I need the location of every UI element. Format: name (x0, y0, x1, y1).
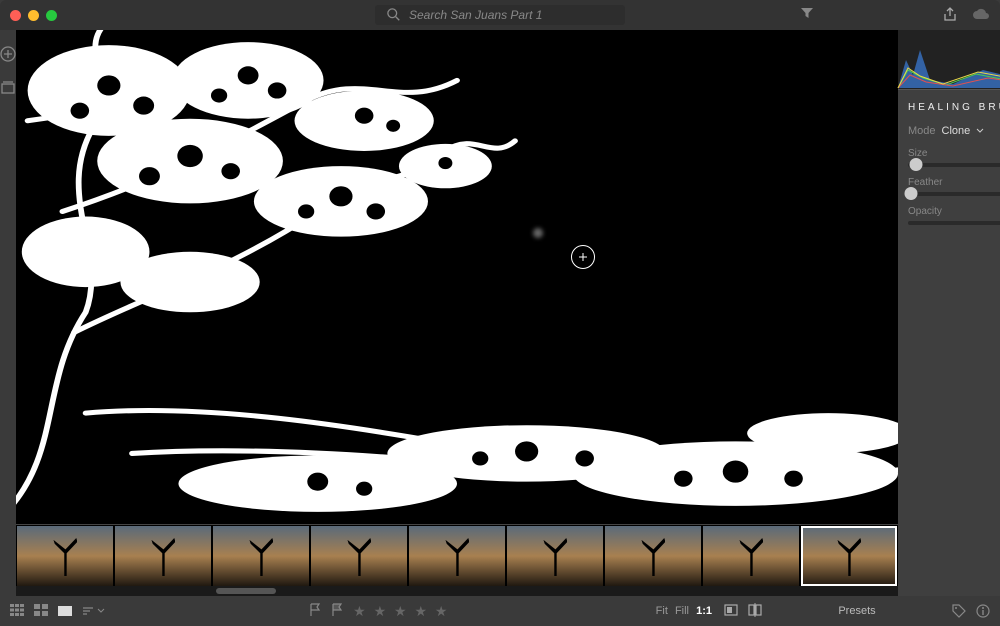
image-canvas[interactable] (16, 30, 898, 524)
opacity-slider-row: Opacity100 (898, 201, 1000, 230)
zoom-controls: Fit Fill 1:1 (654, 605, 714, 617)
cloud-icon[interactable] (972, 8, 990, 22)
feather-slider[interactable] (908, 192, 1000, 196)
tag-icon[interactable] (952, 604, 966, 618)
sort-icon[interactable] (82, 606, 105, 616)
heal-spot-marker (533, 228, 543, 238)
image-preview (16, 30, 898, 524)
scrollbar-thumb[interactable] (216, 588, 276, 594)
search-icon (387, 8, 401, 22)
compare-icon[interactable] (748, 603, 762, 620)
single-view-icon[interactable] (58, 606, 72, 616)
filmstrip-thumb[interactable] (213, 526, 309, 586)
filmstrip-thumb[interactable] (703, 526, 799, 586)
histogram[interactable] (898, 30, 1000, 90)
mode-label: Mode (908, 125, 936, 137)
filmstrip-thumb[interactable] (311, 526, 407, 586)
filmstrip[interactable] (16, 524, 898, 586)
zoom-one-to-one[interactable]: 1:1 (694, 605, 714, 617)
search-input[interactable]: Search San Juans Part 1 (375, 5, 625, 25)
panel-title: HEALING BRUSH (898, 90, 1000, 119)
search-placeholder: Search San Juans Part 1 (409, 8, 542, 22)
share-icon[interactable] (942, 7, 958, 23)
maximize-icon[interactable] (46, 10, 57, 21)
close-icon[interactable] (10, 10, 21, 21)
presets-button[interactable]: Presets (772, 605, 942, 617)
size-label: Size (908, 148, 927, 159)
filmstrip-thumb[interactable] (17, 526, 113, 586)
titlebar-actions (942, 7, 990, 23)
info-icon[interactable] (976, 604, 990, 618)
grid-view-large-icon[interactable] (34, 604, 48, 619)
filmstrip-thumb[interactable] (507, 526, 603, 586)
opacity-label: Opacity (908, 206, 942, 217)
zoom-fill[interactable]: Fill (673, 605, 691, 617)
size-slider-row: Size46 (898, 143, 1000, 172)
filter-icon[interactable] (800, 6, 814, 25)
filmstrip-thumb[interactable] (409, 526, 505, 586)
library-icon[interactable] (0, 80, 16, 96)
minimize-icon[interactable] (28, 10, 39, 21)
add-icon[interactable] (0, 46, 16, 62)
window-controls (10, 10, 57, 21)
size-slider[interactable] (908, 163, 1000, 167)
mode-value[interactable]: Clone (942, 125, 971, 137)
titlebar: Search San Juans Part 1 (0, 0, 1000, 30)
content-column (16, 30, 898, 596)
opacity-slider[interactable] (908, 221, 1000, 225)
flag-pick-icon[interactable] (309, 603, 321, 620)
feather-label: Feather (908, 177, 942, 188)
zoom-fit[interactable]: Fit (654, 605, 670, 617)
size-knob[interactable] (909, 158, 922, 171)
flag-reject-icon[interactable] (331, 603, 343, 620)
rating-stars[interactable]: ★ ★ ★ ★ ★ (353, 603, 449, 620)
filmstrip-thumb[interactable] (605, 526, 701, 586)
filmstrip-thumb[interactable] (801, 526, 897, 586)
filmstrip-scrollbar[interactable] (16, 586, 898, 596)
feather-knob[interactable] (905, 187, 918, 200)
right-panel: HEALING BRUSH Mode Clone Size46 Feather0… (898, 30, 1000, 596)
feather-slider-row: Feather0 (898, 172, 1000, 201)
grid-view-small-icon[interactable] (10, 604, 24, 619)
brush-cursor (571, 245, 595, 269)
chevron-down-icon (976, 127, 984, 135)
main-area: HEALING BRUSH Mode Clone Size46 Feather0… (0, 30, 1000, 596)
original-toggle-icon[interactable] (724, 604, 738, 619)
left-toolbar (0, 30, 16, 596)
footer-bar: ★ ★ ★ ★ ★ Fit Fill 1:1 Presets (0, 596, 1000, 626)
filmstrip-thumb[interactable] (115, 526, 211, 586)
mode-selector[interactable]: Mode Clone (898, 119, 1000, 143)
